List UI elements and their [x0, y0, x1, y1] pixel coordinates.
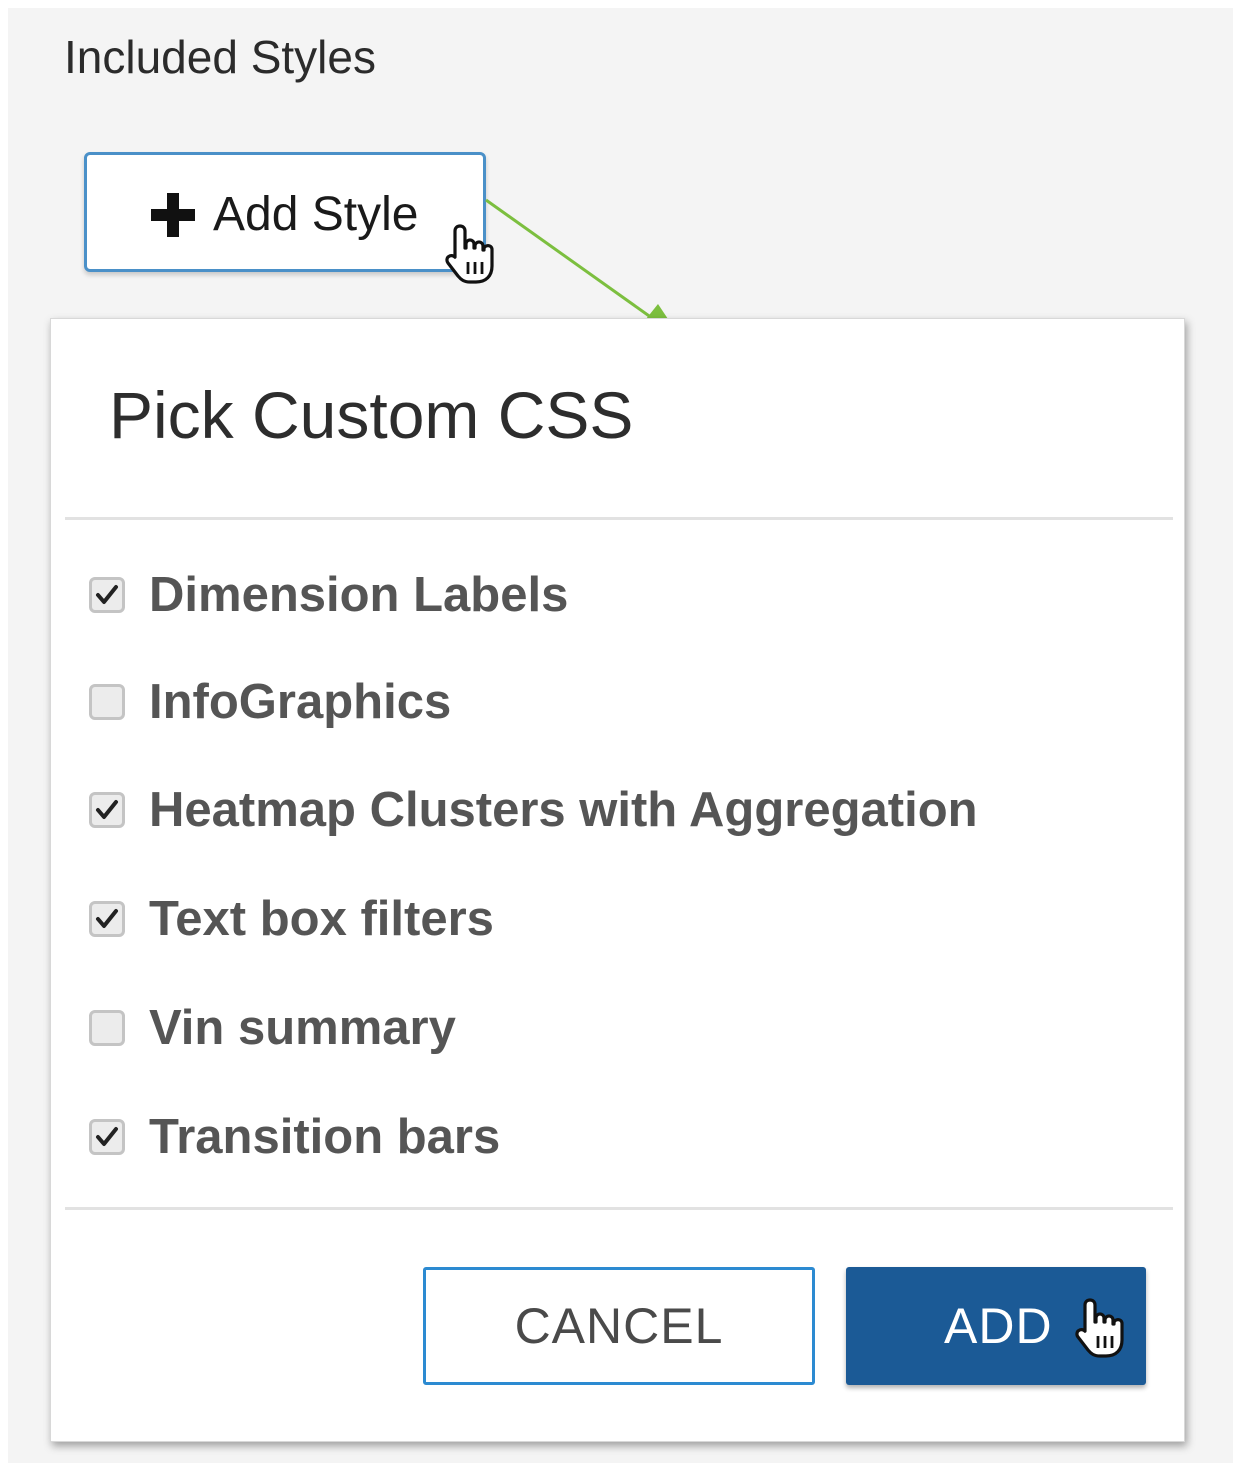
checkbox-checked[interactable]: [89, 901, 125, 937]
checkbox[interactable]: [89, 684, 125, 720]
divider: [65, 1207, 1173, 1210]
dialog-title: Pick Custom CSS: [109, 378, 634, 452]
checkmark-icon: [96, 800, 118, 819]
plus-icon: [151, 193, 195, 237]
option-label: Heatmap Clusters with Aggregation: [149, 783, 978, 837]
divider: [65, 517, 1173, 520]
section-title: Included Styles: [64, 31, 376, 83]
add-style-label: Add Style: [213, 188, 419, 241]
add-button-label: ADD: [944, 1298, 1053, 1354]
checkmark-icon: [96, 909, 118, 928]
checkmark-icon: [96, 1127, 118, 1146]
checkbox-checked[interactable]: [89, 792, 125, 828]
option-label: Transition bars: [149, 1110, 501, 1164]
hand-cursor-icon: [1075, 1298, 1124, 1358]
option-label: InfoGraphics: [149, 675, 452, 729]
cancel-button[interactable]: CANCEL: [423, 1267, 815, 1385]
pick-custom-css-dialog: Pick Custom CSS Dimension Labels InfoGra…: [50, 318, 1185, 1442]
checkbox-checked[interactable]: [89, 577, 125, 613]
checkbox[interactable]: [89, 1010, 125, 1046]
option-label: Text box filters: [149, 892, 494, 946]
checkbox-checked[interactable]: [89, 1119, 125, 1155]
checkmark-icon: [96, 585, 118, 604]
option-label: Vin summary: [149, 1001, 456, 1055]
option-label: Dimension Labels: [149, 568, 569, 622]
hand-cursor-icon: [445, 224, 494, 284]
add-style-button[interactable]: Add Style: [84, 152, 486, 272]
